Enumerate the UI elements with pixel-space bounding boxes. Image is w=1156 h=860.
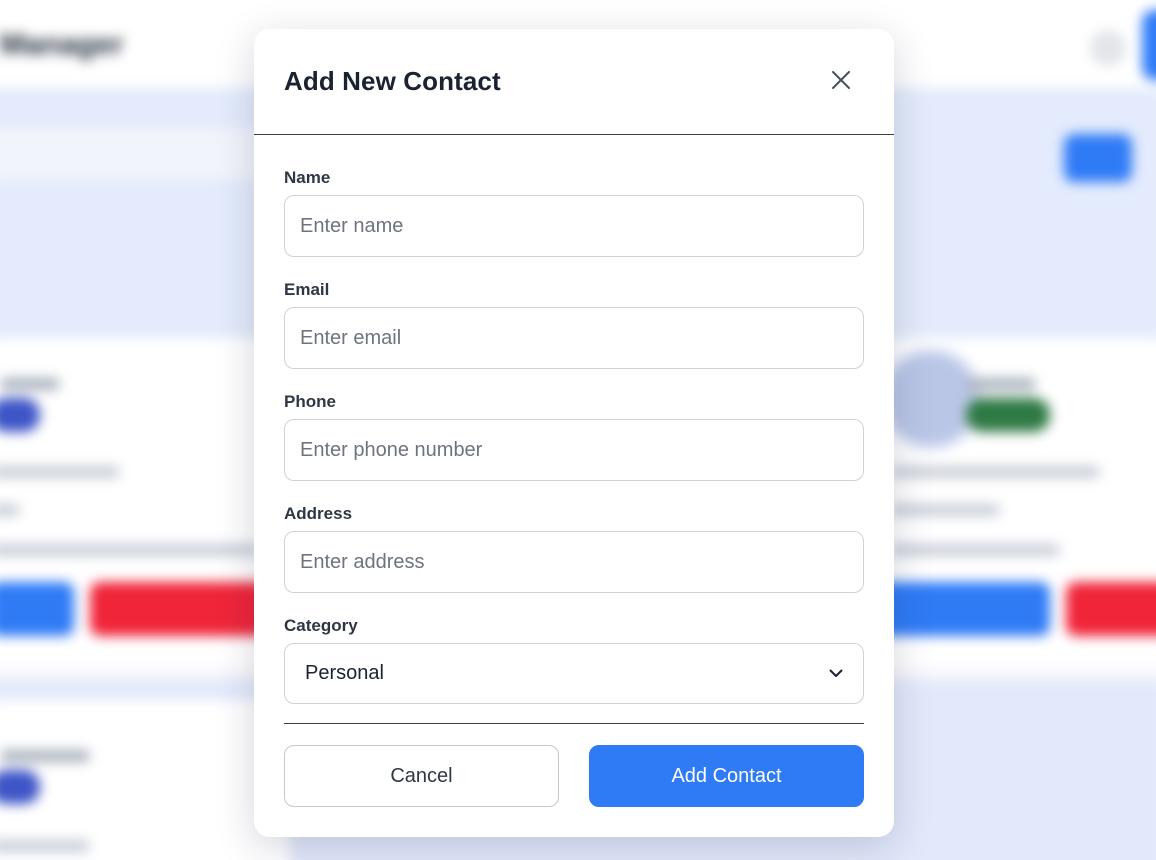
close-button[interactable] xyxy=(826,65,856,95)
background-card-name xyxy=(0,378,60,390)
name-label: Name xyxy=(284,168,331,187)
background-card-name xyxy=(0,750,90,762)
footer-divider xyxy=(284,723,864,724)
background-edit-button xyxy=(870,582,1050,636)
background-search-field xyxy=(0,128,280,180)
email-label: Email xyxy=(284,280,330,299)
background-card-phone xyxy=(890,504,1000,516)
background-avatar xyxy=(880,348,982,450)
background-app-title: Manager xyxy=(0,28,124,61)
address-form-group: Address xyxy=(284,503,864,593)
background-card-phone xyxy=(0,504,20,516)
background-contact-card xyxy=(870,338,1156,668)
name-input[interactable] xyxy=(284,195,864,257)
category-form-group: Category Personal xyxy=(284,615,864,704)
name-form-group: Name xyxy=(284,167,864,257)
email-input[interactable] xyxy=(284,307,864,369)
background-card-badge xyxy=(0,770,40,804)
background-card-name xyxy=(966,378,1036,390)
background-card-badge xyxy=(0,398,40,432)
background-contact-card xyxy=(0,700,290,860)
add-contact-button[interactable]: Add Contact xyxy=(589,745,864,807)
background-contact-card xyxy=(0,338,290,668)
background-card-badge xyxy=(966,398,1050,432)
background-card-email xyxy=(0,466,120,478)
category-selected-value: Personal xyxy=(305,662,384,684)
background-card-email xyxy=(0,840,90,852)
close-icon xyxy=(832,71,850,89)
background-icon-button xyxy=(1090,30,1126,66)
dialog-header: Add New Contact xyxy=(254,29,894,135)
phone-label: Phone xyxy=(284,392,336,411)
cancel-button[interactable]: Cancel xyxy=(284,745,559,807)
category-select[interactable]: Personal xyxy=(284,643,864,704)
chevron-down-icon xyxy=(829,669,843,677)
background-delete-button xyxy=(1066,582,1156,636)
background-card-address xyxy=(0,544,260,556)
phone-input[interactable] xyxy=(284,419,864,481)
background-card-address xyxy=(890,544,1060,556)
background-card-email xyxy=(890,466,1100,478)
phone-form-group: Phone xyxy=(284,391,864,481)
background-edit-button xyxy=(0,582,74,636)
background-hero-button xyxy=(1064,134,1132,182)
address-label: Address xyxy=(284,504,353,523)
address-input[interactable] xyxy=(284,531,864,593)
dialog-title: Add New Contact xyxy=(284,66,501,96)
add-contact-dialog: Add New Contact Name Email Phone Address… xyxy=(254,29,894,837)
category-label: Category xyxy=(284,616,358,635)
background-primary-button xyxy=(1142,10,1156,80)
email-form-group: Email xyxy=(284,279,864,369)
